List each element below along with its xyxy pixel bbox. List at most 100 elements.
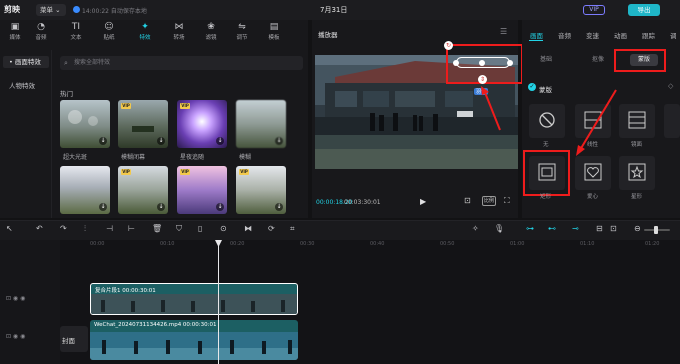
vip-icon: VIP — [121, 103, 131, 109]
mask-feather-handle[interactable] — [453, 57, 513, 68]
freeze-icon[interactable]: ▯ — [198, 224, 202, 233]
effect-thumb[interactable]: ↓ — [60, 100, 110, 148]
effect-thumb[interactable]: VIP ↓ — [236, 166, 286, 214]
effect-thumb[interactable]: ↓ — [60, 166, 110, 214]
link-icon[interactable]: ⊶ — [526, 224, 534, 233]
tab-7[interactable]: ⇋ 调节 — [229, 22, 255, 41]
split-right-icon[interactable]: ⊢ — [128, 224, 135, 233]
mask-none[interactable] — [529, 104, 565, 138]
snap-icon[interactable]: ⊷ — [548, 224, 556, 233]
inspector-tab-1[interactable]: 音频 — [558, 30, 571, 40]
sidebar-item-person-effects[interactable]: 人物特效 — [3, 80, 49, 92]
zoom-slider[interactable] — [644, 226, 670, 234]
time-tick: 00:10 — [160, 241, 175, 247]
tab-4[interactable]: ✦ 特效 — [132, 22, 158, 41]
autosave-icon — [73, 6, 80, 13]
shield-icon[interactable]: ⛉ — [176, 224, 182, 234]
effect-label: 星夜追随 — [180, 154, 205, 161]
inspector-tab-2[interactable]: 变速 — [586, 30, 599, 40]
tab-label: 转场 — [173, 35, 185, 41]
sidebar-item-screen-effects[interactable]: • 画面特效 — [3, 56, 49, 68]
export-button[interactable]: 导出 — [628, 4, 660, 16]
section-title: 热门 — [60, 90, 73, 98]
clip-frames — [90, 332, 298, 360]
inspector-tab-0[interactable]: 画面 — [530, 30, 543, 40]
tab-icon: ❀ — [207, 22, 215, 32]
fullscreen-icon[interactable]: ⛶ — [504, 196, 510, 206]
tab-6[interactable]: ❀ 滤镜 — [198, 22, 224, 41]
time-tick: 00:40 — [370, 241, 385, 247]
playhead[interactable] — [218, 240, 219, 364]
effect-thumb[interactable]: VIP ↓ — [177, 100, 227, 148]
track-lock-icon[interactable]: ⊡ ◉ ◉ — [6, 295, 25, 302]
undo-icon[interactable]: ↶ — [36, 224, 43, 233]
app-logo: 剪映 — [4, 5, 20, 14]
vip-icon: VIP — [121, 169, 131, 175]
time-tick: 01:10 — [580, 241, 595, 247]
download-icon[interactable]: ↓ — [157, 137, 165, 145]
vip-badge[interactable]: VIP — [583, 5, 605, 15]
split-icon[interactable]: ⫶ — [84, 224, 86, 234]
mask-circle[interactable] — [664, 104, 680, 138]
effect-thumb[interactable]: VIP ↓ — [118, 100, 168, 148]
subtab-basic[interactable]: 基础 — [532, 54, 560, 66]
mask-star[interactable] — [619, 156, 655, 190]
play-circle-icon[interactable]: ⊙ — [220, 224, 227, 233]
track-lock-icon[interactable]: ⊡ ◉ ◉ — [6, 333, 25, 340]
effect-thumb[interactable]: VIP ↓ — [177, 166, 227, 214]
download-icon[interactable]: ↓ — [216, 203, 224, 211]
play-button[interactable]: ▶ — [420, 197, 426, 206]
crop-icon[interactable]: ⌗ — [290, 224, 295, 234]
tab-5[interactable]: ⋈ 转场 — [166, 22, 192, 41]
tab-8[interactable]: ▤ 模板 — [261, 22, 287, 41]
inspector-tab-3[interactable]: 动画 — [614, 30, 627, 40]
effect-thumb[interactable]: VIP ↓ — [118, 166, 168, 214]
preview-axis-icon[interactable]: ⊸ — [572, 224, 579, 233]
tab-label: 特效 — [139, 35, 151, 41]
video-clip[interactable]: WeChat_20240731134426.mp4 00:00:30:01 — [90, 320, 298, 360]
delete-icon[interactable]: 🗑 — [152, 224, 162, 233]
tab-0[interactable]: ▣ 媒体 — [2, 22, 28, 41]
compound-clip[interactable]: 复合片段1 00:00:30:01 — [90, 283, 298, 315]
feather-icon[interactable]: ⇕ — [478, 75, 487, 84]
magic-icon[interactable]: ✧ — [472, 224, 479, 233]
mirror-icon[interactable]: ⧓ — [244, 224, 252, 233]
zoom-out-icon[interactable]: ⊟ — [596, 224, 603, 233]
mic-icon[interactable]: 🎙 — [494, 224, 504, 233]
effect-thumb[interactable]: ↓ — [236, 100, 286, 148]
cover-label: 封面 — [62, 337, 75, 345]
download-icon[interactable]: ↓ — [99, 203, 107, 211]
time-tick: 00:20 — [230, 241, 245, 247]
inspector-tab-5[interactable]: 调 — [670, 30, 677, 40]
search-input[interactable]: 搜索全部特效 — [60, 56, 303, 70]
clip-frames — [91, 294, 297, 314]
tab-3[interactable]: ☺ 贴纸 — [96, 22, 122, 41]
menu-icon[interactable]: ☰ — [500, 27, 507, 36]
rotate-icon[interactable]: ↻ — [444, 41, 453, 50]
tab-2[interactable]: TI 文本 — [63, 22, 89, 41]
menu-button[interactable]: 菜单 ⌄ — [36, 4, 66, 16]
fit-icon[interactable]: ⊡ — [464, 196, 471, 205]
download-icon[interactable]: ↓ — [99, 137, 107, 145]
mask-heart[interactable] — [575, 156, 611, 190]
mask-label: 星形 — [631, 194, 643, 200]
rotate-icon[interactable]: ⟳ — [268, 224, 275, 233]
split-left-icon[interactable]: ⊣ — [106, 224, 113, 233]
download-icon[interactable]: ↓ — [275, 137, 283, 145]
download-icon[interactable]: ↓ — [275, 203, 283, 211]
clip-label: 复合片段1 00:00:30:01 — [95, 288, 156, 294]
download-icon[interactable]: ↓ — [157, 203, 165, 211]
subtab-chroma[interactable]: 抠像 — [584, 54, 612, 66]
tab-1[interactable]: ◔ 音频 — [28, 22, 54, 41]
select-icon[interactable]: ↖ — [6, 224, 13, 233]
redo-icon[interactable]: ↷ — [60, 224, 67, 233]
caption-icon[interactable]: ⊡ — [610, 224, 617, 233]
keyframe-icon[interactable]: ◇ — [668, 82, 673, 90]
mask-mirror[interactable] — [619, 104, 655, 138]
ratio-button[interactable]: 比例 — [482, 196, 496, 206]
download-icon[interactable]: ↓ — [216, 137, 224, 145]
checkbox-icon[interactable]: ✓ — [528, 83, 536, 91]
zoom-minus-icon[interactable]: ⊖ — [634, 224, 641, 233]
effect-label: 模糊闭幕 — [121, 154, 146, 161]
inspector-tab-4[interactable]: 跟踪 — [642, 30, 655, 40]
